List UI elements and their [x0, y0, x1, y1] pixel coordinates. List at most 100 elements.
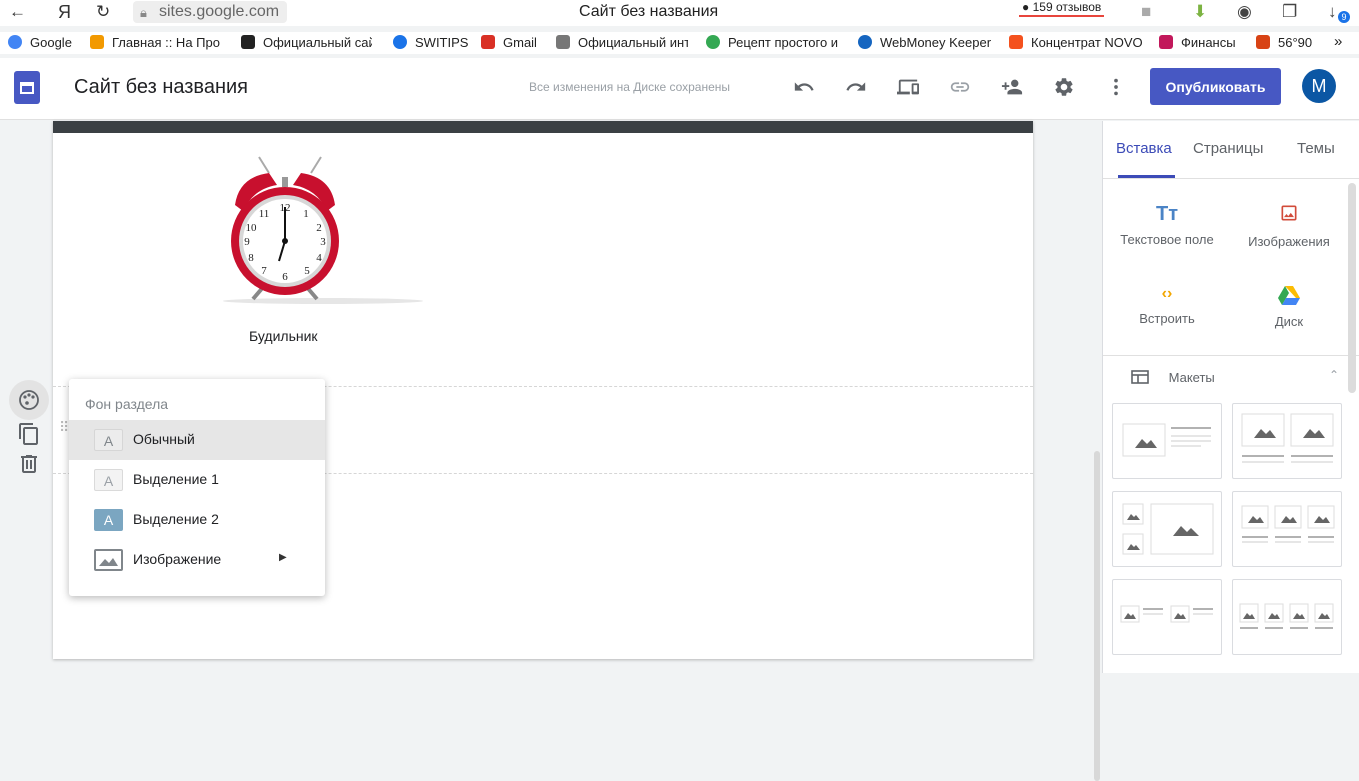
duplicate-section-icon[interactable] — [17, 422, 41, 446]
layouts-header[interactable]: Макеты — [1131, 370, 1215, 385]
svg-text:2: 2 — [316, 222, 322, 234]
lock-icon: 🔒︎ — [140, 5, 147, 20]
google-icon — [8, 35, 22, 49]
site-icon — [241, 35, 255, 49]
insert-drive[interactable]: Диск — [1225, 285, 1353, 329]
svg-text:4: 4 — [316, 252, 322, 264]
layout-card-4[interactable] — [1232, 491, 1342, 567]
section-background-button[interactable] — [9, 380, 49, 420]
layouts-grid-icon — [1131, 370, 1149, 384]
bookmark-google[interactable]: Google — [8, 35, 72, 50]
menu-item-label: Выделение 2 — [133, 511, 219, 527]
bookmark-webmoney[interactable]: WebMoney Keeper — [858, 35, 991, 50]
layout-card-2[interactable] — [1232, 403, 1342, 479]
bookmark-concentrate[interactable]: Концентрат NOVO — [1009, 35, 1142, 50]
bookmark-icon[interactable]: ■ — [1141, 2, 1151, 22]
publish-button[interactable]: Опубликовать — [1150, 68, 1281, 105]
svg-text:9: 9 — [244, 236, 250, 248]
bookmark-recipe[interactable]: Рецепт простого и — [706, 35, 841, 50]
gmail-icon — [481, 35, 495, 49]
swatch-emphasis-1: A — [94, 469, 123, 491]
menu-item-image[interactable]: Изображение ▶ — [69, 540, 325, 580]
site-title[interactable]: Сайт без названия — [74, 76, 248, 99]
more-vert-icon[interactable] — [1103, 76, 1129, 104]
download-arrow-icon[interactable]: ⬇ — [1193, 2, 1207, 22]
svg-text:10: 10 — [246, 222, 258, 234]
image-icon — [1281, 205, 1297, 221]
site-icon — [1009, 35, 1023, 49]
layout-card-5[interactable] — [1112, 579, 1222, 655]
tab-pages[interactable]: Страницы — [1193, 140, 1263, 157]
menu-item-normal[interactable]: A Обычный — [69, 420, 325, 460]
bookmark-56-90[interactable]: 56°90 — [1256, 35, 1320, 50]
side-panel: Вставка Страницы Темы Tт Текстовое поле … — [1102, 121, 1359, 673]
alarm-clock-image[interactable]: 1212 345 678 91011 — [213, 153, 433, 305]
reviews-badge[interactable]: ● 159 отзывов — [1019, 0, 1105, 17]
svg-text:5: 5 — [304, 265, 310, 277]
insert-label: Изображения — [1248, 234, 1330, 249]
tab-divider — [1103, 178, 1359, 179]
insert-label: Диск — [1274, 314, 1304, 329]
extensions-icon[interactable]: ❐ — [1282, 2, 1297, 22]
svg-text:1: 1 — [303, 208, 309, 220]
site-icon — [1256, 35, 1270, 49]
swatch-emphasis-2: A — [94, 509, 123, 531]
reload-icon[interactable]: ↻ — [96, 2, 110, 22]
menu-item-emphasis-1[interactable]: A Выделение 1 — [69, 460, 325, 500]
text-box-icon: Tт — [1155, 203, 1178, 225]
tab-themes[interactable]: Темы — [1297, 140, 1335, 157]
image-caption[interactable]: Будильник — [249, 328, 318, 344]
redo-icon[interactable] — [843, 76, 869, 104]
svg-text:6: 6 — [282, 271, 288, 283]
back-arrow-icon[interactable]: ← — [9, 2, 26, 22]
avatar[interactable]: M — [1302, 69, 1336, 103]
insert-label: Текстовое поле — [1120, 232, 1214, 247]
menu-item-label: Обычный — [133, 431, 195, 447]
bookmark-gmail[interactable]: Gmail — [481, 35, 537, 50]
google-sites-logo-icon[interactable] — [14, 71, 40, 104]
tab-insert[interactable]: Вставка — [1116, 140, 1172, 157]
menu-item-label: Изображение — [133, 551, 222, 567]
device-preview-icon[interactable] — [895, 76, 921, 104]
address-bar[interactable]: 🔒︎ sites.google.com — [133, 1, 287, 23]
more-bookmarks-chevron[interactable]: » — [1334, 33, 1342, 50]
insert-text-box[interactable]: Tт Текстовое поле — [1103, 203, 1231, 247]
layouts-label: Макеты — [1168, 370, 1215, 385]
undo-icon[interactable] — [791, 76, 817, 104]
panel-scrollbar[interactable] — [1348, 183, 1356, 393]
site-icon — [556, 35, 570, 49]
insert-images[interactable]: Изображения — [1225, 203, 1353, 249]
link-icon[interactable] — [947, 76, 973, 104]
recipe-icon — [706, 35, 720, 49]
reviews-text: 159 отзывов — [1032, 0, 1102, 14]
svg-text:7: 7 — [261, 265, 267, 277]
bookmark-official-internet[interactable]: Официальный инт — [556, 35, 688, 50]
bookmark-finance[interactable]: Финансы — [1159, 35, 1236, 50]
svg-text:3: 3 — [320, 236, 326, 248]
downloads-icon[interactable]: ↓ — [1328, 2, 1337, 22]
webmoney-icon — [858, 35, 872, 49]
section-background-menu: Фон раздела A Обычный A Выделение 1 A Вы… — [69, 379, 325, 596]
layout-card-1[interactable] — [1112, 403, 1222, 479]
svg-text:8: 8 — [248, 252, 254, 264]
layout-card-3[interactable] — [1112, 491, 1222, 567]
menu-item-label: Выделение 1 — [133, 471, 219, 487]
gear-icon[interactable] — [1051, 76, 1077, 104]
drag-handle-icon[interactable]: ⠿ — [59, 419, 69, 436]
bookmark-main[interactable]: Главная :: На Про — [90, 35, 222, 50]
canvas-scrollbar[interactable] — [1094, 451, 1100, 781]
yandex-icon[interactable]: Я — [58, 2, 71, 23]
bookmark-official[interactable]: Официальный сай — [241, 35, 372, 50]
insert-label: Встроить — [1139, 311, 1195, 326]
switips-icon — [393, 35, 407, 49]
header-banner[interactable] — [53, 121, 1033, 133]
eye-icon[interactable]: ◉ — [1237, 2, 1252, 22]
add-person-icon[interactable] — [999, 76, 1025, 104]
layout-card-6[interactable] — [1232, 579, 1342, 655]
bookmark-switips[interactable]: SWITIPS — [393, 35, 468, 50]
menu-title: Фон раздела — [85, 396, 169, 412]
delete-section-icon[interactable] — [17, 452, 41, 476]
menu-item-emphasis-2[interactable]: A Выделение 2 — [69, 500, 325, 540]
collapse-chevron-icon[interactable]: ⌃ — [1329, 368, 1339, 382]
insert-embed[interactable]: ‹› Встроить — [1103, 285, 1231, 326]
